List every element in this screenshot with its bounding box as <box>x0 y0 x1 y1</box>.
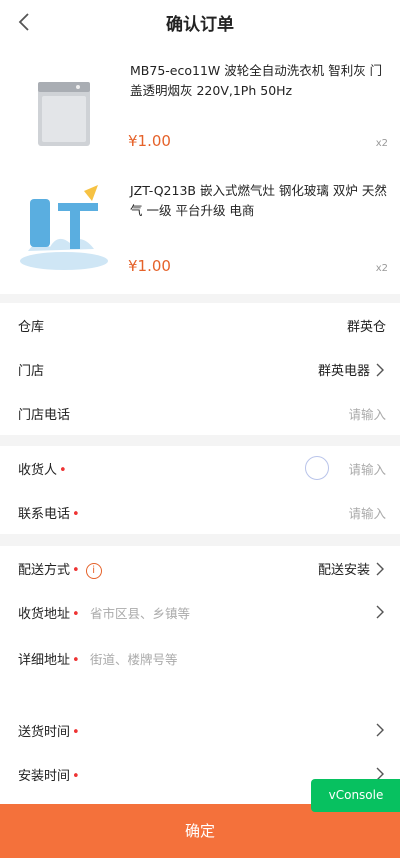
product-quantity: x2 <box>375 138 388 149</box>
delivery-method-value-group: 配送安装 <box>318 559 386 578</box>
top-bar: 确认订单 <box>0 0 400 44</box>
phone-input[interactable]: 请输入 <box>348 503 386 522</box>
phone-label: 联系电话 <box>18 507 71 522</box>
receiver-label: 收货人 <box>18 463 58 478</box>
store-row[interactable]: 门店 群英电器 <box>0 347 400 391</box>
install-time-label-group: 安装时间 • <box>18 765 80 784</box>
loading-circle-icon <box>305 456 329 480</box>
address-input[interactable]: 省市区县、乡镇等 <box>90 603 190 622</box>
warehouse-row: 仓库 群英仓 <box>0 303 400 347</box>
product-item[interactable]: JZT-Q213B 嵌入式燃气灶 钢化玻璃 双炉 天然气 一级 平台升级 电商 … <box>0 169 400 289</box>
product-price: ¥1.00 <box>128 132 171 150</box>
required-mark: • <box>72 507 80 522</box>
required-mark: • <box>72 653 80 668</box>
delivery-time-label-group: 送货时间 • <box>18 721 80 740</box>
store-phone-label: 门店电话 <box>18 408 71 423</box>
product-quantity: x2 <box>375 263 388 274</box>
address-label: 收货地址 <box>18 607 71 622</box>
address-label-group: 收货地址 • <box>18 603 80 622</box>
required-mark: • <box>72 563 80 578</box>
product-name: JZT-Q213B 嵌入式燃气灶 钢化玻璃 双炉 天然气 一级 平台升级 电商 <box>130 183 387 218</box>
store-section: 仓库 群英仓 门店 群英电器 门店电话 请输入 <box>0 303 400 435</box>
warehouse-label: 仓库 <box>18 320 45 335</box>
chevron-right-icon <box>376 363 384 376</box>
product-price: ¥1.00 <box>128 257 171 275</box>
receiver-input[interactable]: 请输入 <box>348 459 386 478</box>
store-phone-row[interactable]: 门店电话 请输入 <box>0 391 400 435</box>
vconsole-button[interactable]: vConsole <box>311 779 400 812</box>
required-mark: • <box>72 769 80 784</box>
chevron-right-icon <box>376 562 384 575</box>
detail-address-label: 详细地址 <box>18 653 71 668</box>
phone-row[interactable]: 联系电话 • 请输入 <box>0 490 400 534</box>
info-icon[interactable]: i <box>85 562 102 579</box>
required-mark: • <box>59 463 67 478</box>
product-list: MB75-eco11W 波轮全自动洗衣机 智利灰 门盖透明烟灰 220V,1Ph… <box>0 44 400 294</box>
phone-label-group: 联系电话 • <box>18 503 80 522</box>
store-value-group: 群英电器 <box>318 360 386 379</box>
delivery-section: 配送方式 • i 配送安装 收货地址 • 省市区县、乡镇等 详细地址 • 街道、楼牌号等… <box>0 546 400 804</box>
warehouse-value: 群英仓 <box>346 320 386 335</box>
detail-address-input[interactable]: 街道、楼牌号等 <box>90 649 178 668</box>
store-phone-input[interactable]: 请输入 <box>348 404 386 423</box>
delivery-time-label: 送货时间 <box>18 725 71 740</box>
product-name: MB75-eco11W 波轮全自动洗衣机 智利灰 门盖透明烟灰 220V,1Ph… <box>130 63 383 98</box>
washing-machine-image <box>38 82 90 146</box>
product-item[interactable]: MB75-eco11W 波轮全自动洗衣机 智利灰 门盖透明烟灰 220V,1Ph… <box>0 44 400 164</box>
address-row[interactable]: 收货地址 • 省市区县、乡镇等 <box>0 590 400 634</box>
delivery-method-row[interactable]: 配送方式 • i 配送安装 <box>0 546 400 590</box>
detail-address-row[interactable]: 详细地址 • 街道、楼牌号等 <box>0 636 400 680</box>
delivery-time-row[interactable]: 送货时间 • <box>0 708 400 752</box>
store-label: 门店 <box>18 364 45 379</box>
receiver-row[interactable]: 收货人 • 请输入 <box>0 446 400 490</box>
delivery-method-value: 配送安装 <box>317 563 370 578</box>
detail-address-label-group: 详细地址 • <box>18 649 80 668</box>
required-mark: • <box>72 725 80 740</box>
page-title: 确认订单 <box>166 15 234 35</box>
store-value: 群英电器 <box>317 364 370 379</box>
delivery-method-label-group: 配送方式 • i <box>18 559 102 579</box>
receiver-section: 收货人 • 请输入 联系电话 • 请输入 <box>0 446 400 534</box>
delivery-method-label: 配送方式 <box>18 563 71 578</box>
required-mark: • <box>72 607 80 622</box>
chevron-right-icon <box>376 723 384 737</box>
receiver-label-group: 收货人 • <box>18 459 67 478</box>
install-time-label: 安装时间 <box>18 769 71 784</box>
gas-stove-placeholder-image <box>20 185 108 270</box>
confirm-button[interactable]: 确定 <box>0 804 400 858</box>
chevron-right-icon <box>376 605 384 619</box>
